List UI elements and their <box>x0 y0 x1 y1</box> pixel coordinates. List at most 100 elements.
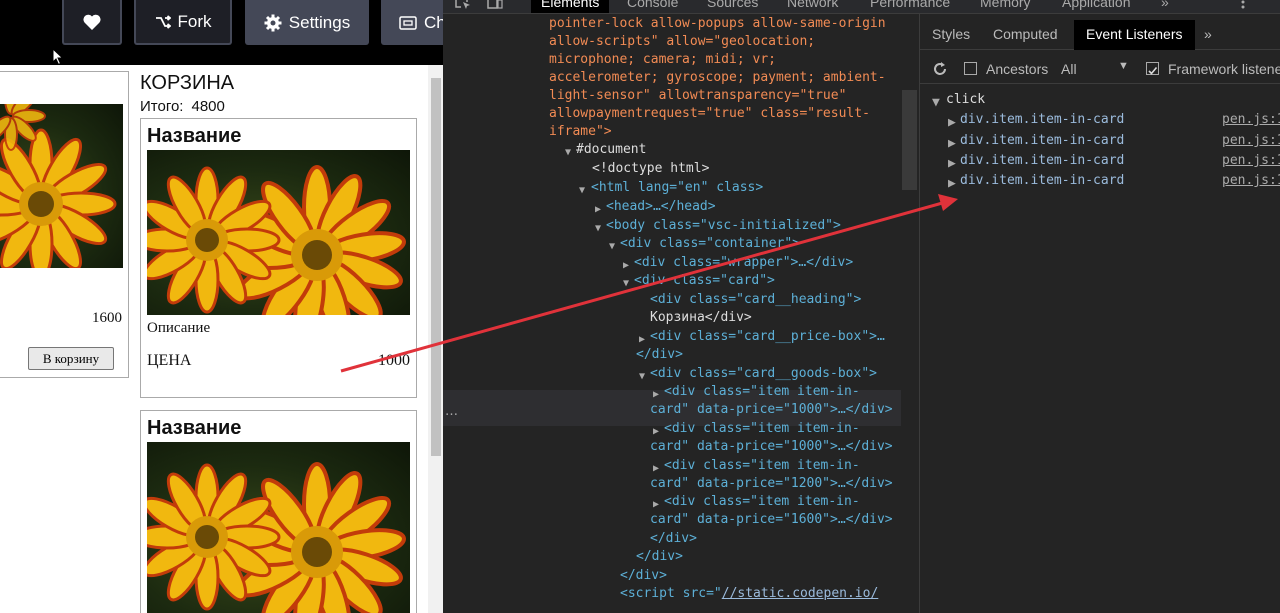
preview-scrollbar-thumb[interactable] <box>431 78 441 456</box>
dom-line[interactable]: pointer-lock allow-popups allow-same-ori… <box>549 15 886 33</box>
dom-line[interactable]: <div class="item item-in- <box>664 457 860 475</box>
tab-elements[interactable]: Elements <box>531 0 610 13</box>
refresh-icon[interactable] <box>932 61 948 77</box>
dom-line[interactable]: <div class="wrapper">…</div> <box>634 254 853 272</box>
settings-label: Settings <box>288 12 351 32</box>
listener-selector[interactable]: div.item.item-in-card <box>960 172 1124 190</box>
device-toggle-icon[interactable] <box>487 0 503 10</box>
dom-line[interactable]: iframe"> <box>549 123 612 141</box>
dom-line[interactable]: <head>…</head> <box>606 198 716 216</box>
dom-line[interactable]: accelerometer; gyroscope; payment; ambie… <box>549 69 886 87</box>
dom-line[interactable]: <div class="card"> <box>634 272 775 290</box>
item-price-label: ЦЕНА <box>147 352 192 369</box>
dom-line[interactable]: <script src="//static.codepen.io/ <box>620 585 878 603</box>
tab-performance[interactable]: Performance <box>870 0 950 10</box>
tab-network[interactable]: Network <box>787 0 838 10</box>
dom-line[interactable]: microphone; camera; midi; vr; <box>549 51 776 69</box>
listener-filter-select[interactable]: All <box>1061 61 1077 77</box>
tab-styles[interactable]: Styles <box>932 26 970 42</box>
dom-line[interactable]: #document <box>576 141 646 159</box>
dom-line[interactable]: <div class="item item-in- <box>664 383 860 401</box>
expand-toggle-icon[interactable]: ▼ <box>639 368 645 386</box>
expand-toggle-icon[interactable]: ▼ <box>932 94 940 112</box>
inspect-icon[interactable] <box>455 0 471 10</box>
product-price: 1600 <box>92 310 122 326</box>
flower-image <box>147 442 410 613</box>
settings-button[interactable]: Settings <box>245 0 369 45</box>
tab-more[interactable]: » <box>1161 0 1169 10</box>
dom-line[interactable]: card" data-price="1000">…</div> <box>650 438 893 456</box>
dom-line[interactable]: </div> <box>650 530 697 548</box>
dom-line[interactable]: allowpaymentrequest="true" class="result… <box>549 105 870 123</box>
elements-tree: … pointer-lock allow-popups allow-same-o… <box>443 14 901 613</box>
cart-heading: КОРЗИНА <box>140 72 235 94</box>
listener-source-link[interactable]: pen.js:1 <box>1222 111 1280 129</box>
kebab-menu-icon[interactable] <box>1241 0 1245 10</box>
tab-event-listeners[interactable]: Event Listeners <box>1074 20 1195 50</box>
event-type[interactable]: click <box>946 91 985 109</box>
mouse-cursor-icon <box>52 48 64 65</box>
expand-toggle-icon[interactable]: ▶ <box>948 135 956 153</box>
expand-toggle-icon[interactable]: ▼ <box>595 220 601 238</box>
node-actions-dots[interactable]: … <box>445 404 458 419</box>
expand-toggle-icon[interactable]: ▼ <box>623 275 629 293</box>
cart-item-card[interactable]: Название <box>140 118 417 398</box>
ancestors-checkbox[interactable] <box>964 62 977 75</box>
heart-icon <box>83 14 101 30</box>
listener-selector[interactable]: div.item.item-in-card <box>960 152 1124 170</box>
dom-line[interactable]: allow-scripts" allow="geolocation; <box>549 33 815 51</box>
dom-line[interactable]: light-sensor" allowtransparency="true" <box>549 87 846 105</box>
fork-button[interactable]: Fork <box>134 0 232 45</box>
tab-more[interactable]: » <box>1204 26 1212 42</box>
expand-toggle-icon[interactable]: ▶ <box>948 114 956 132</box>
dom-line[interactable]: <!doctype html> <box>592 160 709 178</box>
elements-scrollbar[interactable] <box>902 90 917 190</box>
fork-label: Fork <box>177 11 212 31</box>
cart-total-value: 4800 <box>191 98 225 115</box>
listener-selector[interactable]: div.item.item-in-card <box>960 132 1124 150</box>
tab-console[interactable]: Console <box>627 0 678 10</box>
expand-toggle-icon[interactable]: ▼ <box>579 182 585 200</box>
dom-line[interactable]: </div> <box>636 548 683 566</box>
dom-line[interactable]: <div class="container"> <box>620 235 800 253</box>
dom-line[interactable]: card" data-price="1000">…</div> <box>650 401 893 419</box>
dom-line[interactable]: <div class="card__goods-box"> <box>650 365 877 383</box>
expand-toggle-icon[interactable]: ▼ <box>565 144 571 162</box>
fork-icon <box>155 14 171 29</box>
dom-line[interactable]: </div> <box>636 346 683 364</box>
listener-selector[interactable]: div.item.item-in-card <box>960 111 1124 129</box>
framework-listeners-checkbox[interactable] <box>1146 62 1159 75</box>
tab-application[interactable]: Application <box>1062 0 1131 10</box>
tab-sources[interactable]: Sources <box>707 0 758 10</box>
dom-line[interactable]: card" data-price="1600">…</div> <box>650 511 893 529</box>
expand-toggle-icon[interactable]: ▶ <box>595 201 601 219</box>
expand-toggle-icon[interactable]: ▶ <box>623 257 629 275</box>
chevron-down-icon[interactable]: ▼ <box>1118 60 1129 72</box>
product-card-partial: 1600 В корзину <box>0 71 129 378</box>
expand-toggle-icon[interactable]: ▼ <box>609 238 615 256</box>
listener-source-link[interactable]: pen.js:1 <box>1222 172 1280 190</box>
dom-line[interactable]: <div class="item item-in- <box>664 420 860 438</box>
script-tag: <script src=" <box>620 586 722 601</box>
dom-line[interactable]: Корзина</div> <box>650 309 752 327</box>
dom-line[interactable]: <html lang="en" class> <box>591 179 763 197</box>
dom-line[interactable]: <div class="card__price-box">… <box>650 328 885 346</box>
heart-button[interactable] <box>62 0 122 45</box>
gear-icon <box>264 14 282 31</box>
dom-line[interactable]: card" data-price="1200">…</div> <box>650 475 893 493</box>
change-view-button[interactable]: Ch <box>381 0 443 45</box>
dom-line[interactable]: </div> <box>620 567 667 585</box>
listener-source-link[interactable]: pen.js:1 <box>1222 152 1280 170</box>
script-src-link[interactable]: //static.codepen.io/ <box>722 586 879 601</box>
expand-toggle-icon[interactable]: ▶ <box>948 175 956 193</box>
tab-computed[interactable]: Computed <box>993 26 1058 42</box>
cart-item-card[interactable]: Название <box>140 410 417 613</box>
listener-source-link[interactable]: pen.js:1 <box>1222 132 1280 150</box>
add-to-cart-button[interactable]: В корзину <box>28 347 114 370</box>
tab-memory[interactable]: Memory <box>980 0 1031 10</box>
dom-line[interactable]: <div class="card__heading"> <box>650 291 861 309</box>
dom-line[interactable]: <body class="vsc-initialized"> <box>606 217 841 235</box>
codepen-toolbar: Fork Settings Ch <box>0 0 443 65</box>
expand-toggle-icon[interactable]: ▶ <box>948 155 956 173</box>
dom-line[interactable]: <div class="item item-in- <box>664 493 860 511</box>
